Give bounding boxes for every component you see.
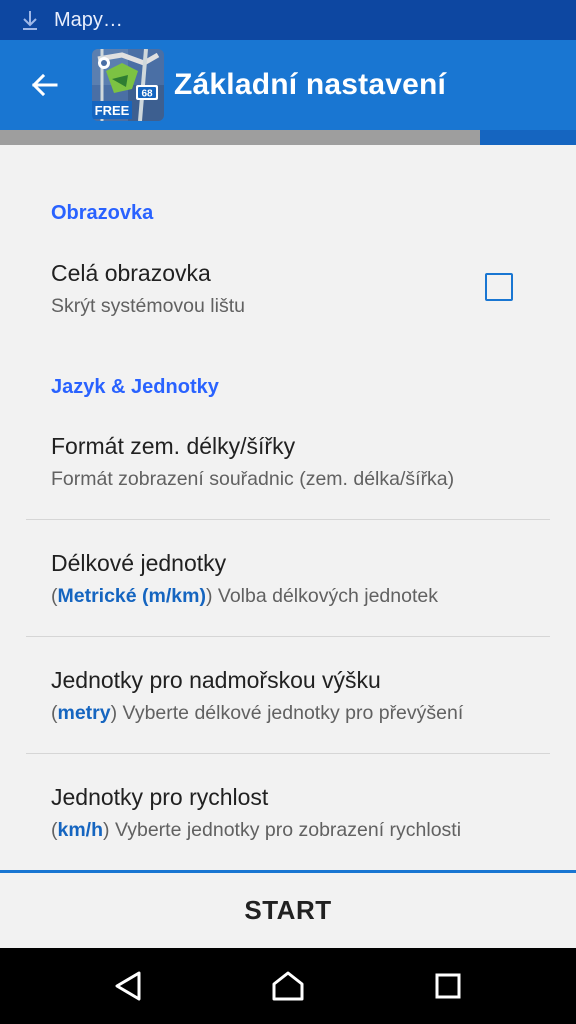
nav-back-icon (115, 971, 141, 1001)
progress-bar (0, 130, 576, 145)
arrow-back-icon (31, 73, 58, 97)
progress-fill (0, 130, 480, 145)
divider (26, 753, 550, 754)
pref-current-value: metry (57, 702, 111, 724)
pref-description: Volba délkových jednotek (217, 585, 438, 607)
pref-summary: (metry) Vyberte délkové jednotky pro pře… (51, 702, 464, 724)
pref-title: Jednotky pro nadmořskou výšku (51, 667, 381, 693)
start-button[interactable]: START (244, 895, 331, 926)
category-header-display: Obrazovka (51, 202, 154, 224)
fullscreen-checkbox[interactable] (485, 273, 513, 301)
settings-list: Obrazovka Celá obrazovka Skrýt systémovo… (0, 145, 576, 870)
pref-length-units[interactable]: Délkové jednotky (Metrické (m/km)) Volba… (0, 537, 576, 637)
page-title: Základní nastavení (174, 68, 447, 101)
pref-summary: (km/h) Vyberte jednotky pro zobrazení ry… (51, 819, 462, 841)
pref-current-value: Metrické (m/km) (57, 585, 206, 607)
pref-summary: Skrýt systémovou lištu (51, 295, 245, 317)
pref-summary: (Metrické (m/km)) Volba délkových jednot… (51, 585, 438, 607)
pref-speed-units[interactable]: Jednotky pro rychlost (km/h) Vyberte jed… (0, 771, 576, 870)
app-icon-number: 68 (141, 89, 153, 100)
pref-description: Vyberte délkové jednotky pro převýšení (122, 702, 464, 724)
pref-coordinate-format[interactable]: Formát zem. délky/šířky Formát zobrazení… (0, 420, 576, 520)
nav-home-button[interactable] (268, 966, 308, 1006)
app-logo-icon: 68 FREE (92, 49, 164, 121)
app-toolbar: 68 FREE Základní nastavení (0, 40, 576, 130)
pref-fullscreen[interactable]: Celá obrazovka Skrýt systémovou lištu (0, 245, 576, 335)
divider (26, 636, 550, 637)
nav-recents-button[interactable] (428, 966, 468, 1006)
nav-back-button[interactable] (108, 966, 148, 1006)
nav-recents-icon (435, 973, 461, 999)
pref-title: Formát zem. délky/šířky (51, 433, 296, 459)
system-navigation-bar (0, 948, 576, 1024)
pref-title: Celá obrazovka (51, 260, 211, 286)
pref-summary: Formát zobrazení souřadnic (zem. délka/š… (51, 468, 455, 490)
back-button[interactable] (18, 59, 70, 111)
category-header-language-units: Jazyk & Jednotky (51, 376, 219, 398)
pref-description: Vyberte jednotky pro zobrazení rychlosti (114, 819, 462, 841)
pref-title: Délkové jednotky (51, 550, 227, 576)
app-icon-badge: FREE (95, 103, 130, 118)
divider (26, 519, 550, 520)
status-notification-text: Mapy… (54, 8, 123, 31)
start-bar: START (0, 870, 576, 948)
status-bar: Mapy… (0, 0, 576, 40)
pref-title: Jednotky pro rychlost (51, 784, 269, 810)
pref-current-value: km/h (57, 819, 104, 841)
download-icon (20, 10, 40, 30)
pref-altitude-units[interactable]: Jednotky pro nadmořskou výšku (metry) Vy… (0, 654, 576, 754)
nav-home-icon (272, 971, 304, 1001)
